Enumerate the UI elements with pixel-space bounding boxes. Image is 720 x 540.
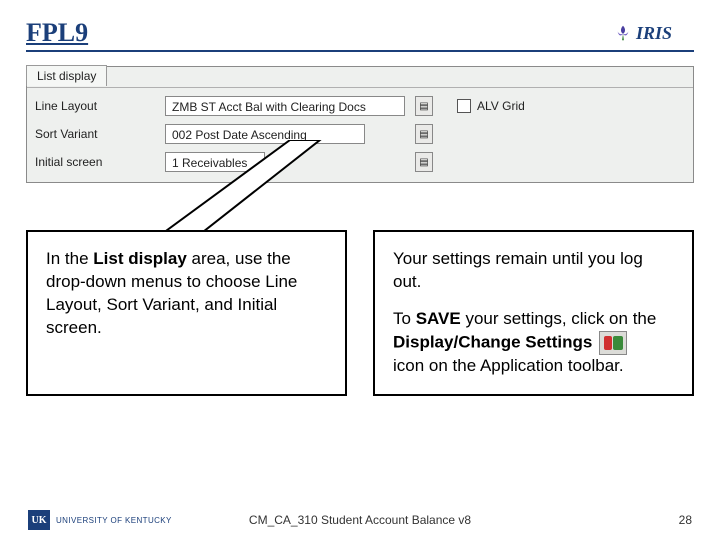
sort-variant-field[interactable]: 002 Post Date Ascending xyxy=(165,124,365,144)
iris-logo-text: IRIS xyxy=(636,23,672,44)
sort-variant-row: Sort Variant 002 Post Date Ascending ▤ xyxy=(35,120,685,148)
right-callout: Your settings remain until you log out. … xyxy=(373,230,694,396)
left-callout-bold: List display xyxy=(93,249,187,268)
list-display-tab[interactable]: List display xyxy=(26,65,107,86)
line-layout-picker-icon[interactable]: ▤ xyxy=(415,96,433,116)
sort-variant-picker-icon[interactable]: ▤ xyxy=(415,124,433,144)
left-callout: In the List display area, use the drop-d… xyxy=(26,230,347,396)
display-change-settings-icon xyxy=(599,331,627,355)
initial-screen-row: Initial screen 1 Receivables ▤ xyxy=(35,148,685,176)
header: FPL9 IRIS xyxy=(26,18,694,52)
page-number: 28 xyxy=(679,513,692,527)
iris-logo: IRIS xyxy=(614,18,694,48)
right-callout-p2b: your settings, click on the xyxy=(461,309,657,328)
right-callout-settings-bold: Display/Change Settings xyxy=(393,332,592,351)
uk-badge: UK xyxy=(28,510,50,530)
footer-doc-title: CM_CA_310 Student Account Balance v8 xyxy=(249,513,471,527)
sort-variant-label: Sort Variant xyxy=(35,127,165,141)
left-callout-text-1: In the xyxy=(46,249,93,268)
right-callout-p2: To SAVE your settings, click on the Disp… xyxy=(393,308,674,378)
line-layout-label: Line Layout xyxy=(35,99,165,113)
right-callout-p2a: To xyxy=(393,309,416,328)
initial-screen-picker-icon[interactable]: ▤ xyxy=(415,152,433,172)
initial-screen-field[interactable]: 1 Receivables xyxy=(165,152,265,172)
iris-flower-icon xyxy=(614,24,632,42)
line-layout-row: Line Layout ZMB ST Acct Bal with Clearin… xyxy=(35,92,685,120)
list-display-panel: List display Line Layout ZMB ST Acct Bal… xyxy=(26,66,694,183)
right-callout-p2c: icon on the Application toolbar. xyxy=(393,356,624,375)
footer: UK UNIVERSITY OF KENTUCKY CM_CA_310 Stud… xyxy=(0,510,720,530)
initial-screen-label: Initial screen xyxy=(35,155,165,169)
line-layout-field[interactable]: ZMB ST Acct Bal with Clearing Docs xyxy=(165,96,405,116)
right-callout-save-bold: SAVE xyxy=(416,309,461,328)
uk-text: UNIVERSITY OF KENTUCKY xyxy=(56,516,172,525)
alv-grid-checkbox[interactable] xyxy=(457,99,471,113)
alv-grid-label: ALV Grid xyxy=(477,99,525,113)
uk-logo: UK UNIVERSITY OF KENTUCKY xyxy=(28,510,172,530)
page-title: FPL9 xyxy=(26,18,88,48)
right-callout-p1: Your settings remain until you log out. xyxy=(393,248,674,294)
